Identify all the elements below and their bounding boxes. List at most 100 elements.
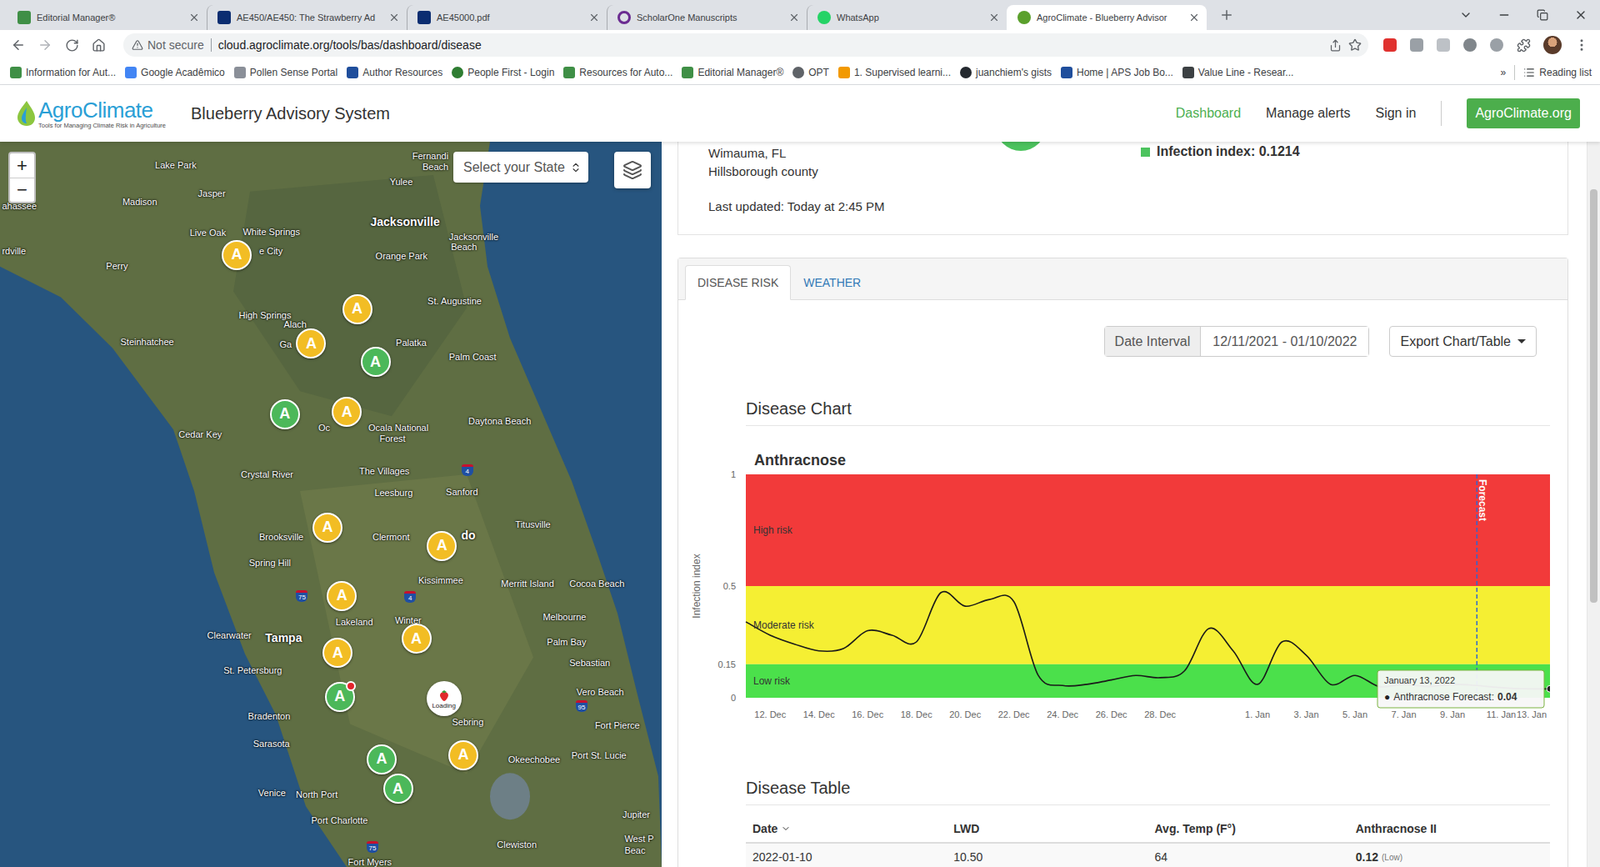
station-marker[interactable]: A <box>448 740 479 770</box>
map-label: North Port <box>295 789 338 800</box>
tab-title: AgroClimate - Blueberry Advisor <box>1036 12 1183 23</box>
loading-marker[interactable]: Loading <box>426 680 462 716</box>
map-label: Jupiter <box>622 809 650 820</box>
share-icon[interactable] <box>1329 39 1342 52</box>
zoom-out-button[interactable]: − <box>10 177 35 202</box>
map-label: Brooksville <box>259 531 304 542</box>
close-tab-icon[interactable] <box>588 11 600 24</box>
station-marker[interactable]: A <box>322 637 353 668</box>
browser-tab[interactable]: AE45000.pdf <box>406 5 607 30</box>
bookmark[interactable]: Google Acadêmico <box>125 66 225 79</box>
star-icon[interactable] <box>1348 38 1362 52</box>
address-bar[interactable]: Not secure cloud.agroclimate.org/tools/ba… <box>123 33 1369 57</box>
zoom-in-button[interactable]: + <box>10 153 35 178</box>
map-label: Orange Park <box>375 250 428 261</box>
tab-search-button[interactable] <box>1446 0 1485 30</box>
chart-heading: Disease Chart <box>745 398 1550 426</box>
close-tab-icon[interactable] <box>188 11 200 24</box>
reload-button[interactable] <box>60 33 84 57</box>
plus-icon <box>1219 7 1235 23</box>
panel-tab[interactable]: DISEASE RISK <box>685 265 791 300</box>
y-axis-title: Infection index <box>690 553 703 618</box>
bookmark[interactable]: Resources for Auto... <box>563 66 673 79</box>
bookmark[interactable]: Author Resources <box>346 66 443 79</box>
browser-tab[interactable]: ScholarOne Manuscripts <box>606 5 807 30</box>
station-marker[interactable]: A <box>326 580 357 611</box>
extension-icon[interactable] <box>1410 38 1424 52</box>
hover-point[interactable] <box>1546 685 1550 692</box>
column-header[interactable]: Avg. Temp (F°) <box>1148 815 1350 842</box>
back-button[interactable] <box>6 33 30 57</box>
bookmark[interactable]: Pollen Sense Portal <box>234 66 338 79</box>
extension-icon[interactable] <box>1436 38 1450 52</box>
restore-button[interactable] <box>1523 0 1562 30</box>
browser-tab[interactable]: WhatsApp <box>806 5 1007 30</box>
profile-avatar[interactable] <box>1543 35 1562 55</box>
station-marker[interactable]: A <box>383 773 414 804</box>
column-header[interactable]: Anthracnose II <box>1349 815 1550 842</box>
layers-button[interactable] <box>614 151 651 189</box>
date-interval-input[interactable]: 12/11/2021 - 01/10/2022 <box>1200 326 1369 356</box>
minimize-icon <box>1497 8 1511 22</box>
page-scrollbar[interactable] <box>1586 141 1600 867</box>
extension-icon[interactable] <box>1463 38 1477 52</box>
close-tab-icon[interactable] <box>1188 11 1200 24</box>
scroll-thumb[interactable] <box>1590 189 1598 603</box>
forward-button[interactable] <box>33 33 57 57</box>
bookmark[interactable]: juanchiem's gists <box>960 66 1052 79</box>
logo-drop-icon <box>15 99 37 128</box>
nav-link[interactable]: Sign in <box>1375 105 1416 121</box>
more-bookmarks[interactable]: » <box>1500 66 1507 79</box>
station-marker[interactable]: A <box>270 399 300 430</box>
station-marker[interactable]: A <box>360 346 391 377</box>
state-select[interactable]: Select your State <box>453 151 589 183</box>
close-tab-icon[interactable] <box>388 11 400 24</box>
site-button[interactable]: AgroClimate.org <box>1466 98 1580 129</box>
export-button[interactable]: Export Chart/Table <box>1389 325 1537 357</box>
station-marker[interactable]: A <box>325 681 355 712</box>
url-text[interactable]: cloud.agroclimate.org/tools/bas/dashboar… <box>218 38 1323 52</box>
station-marker[interactable]: A <box>295 328 326 359</box>
station-marker[interactable]: A <box>366 744 397 775</box>
bookmark[interactable]: Information for Aut... <box>10 66 116 79</box>
map-label: Clermont <box>372 531 410 542</box>
close-tab-icon[interactable] <box>988 11 1000 24</box>
column-header[interactable]: Date <box>745 815 947 842</box>
bookmark[interactable]: Home | APS Job Bo... <box>1060 66 1174 79</box>
extension-icon[interactable] <box>1490 38 1504 52</box>
bookmark[interactable]: People First - Login <box>451 66 555 79</box>
extensions-button[interactable] <box>1511 33 1535 57</box>
bookmark[interactable]: OPT <box>792 66 830 79</box>
browser-tab[interactable]: Editorial Manager® <box>6 5 207 30</box>
bookmark[interactable]: Value Line - Resear... <box>1182 66 1295 79</box>
nav-link[interactable]: Manage alerts <box>1265 105 1350 121</box>
reading-list[interactable]: Reading list <box>1523 66 1592 79</box>
browser-tab[interactable]: AE450/AE450: The Strawberry Ad <box>206 5 407 30</box>
bookmark[interactable]: Editorial Manager® <box>681 66 784 79</box>
bookmark[interactable]: 1. Supervised learni... <box>838 66 951 79</box>
station-marker[interactable]: A <box>331 396 362 427</box>
adblock-extension-icon[interactable] <box>1383 38 1397 52</box>
browser-tab[interactable]: AgroClimate - Blueberry Advisor <box>1006 5 1207 30</box>
map[interactable]: ahasseeLake ParkFernandiBeachJasperYulee… <box>0 141 662 867</box>
map-label: Vero Beach <box>576 686 625 697</box>
date-interval[interactable]: Date Interval12/11/2021 - 01/10/2022 <box>1104 325 1370 357</box>
new-tab-button[interactable] <box>1215 3 1239 27</box>
column-header[interactable]: LWD <box>946 815 1148 842</box>
main: ahasseeLake ParkFernandiBeachJasperYulee… <box>0 141 1600 867</box>
minimize-button[interactable] <box>1485 0 1524 30</box>
close-window-button[interactable] <box>1561 0 1600 30</box>
station-marker[interactable]: A <box>401 623 432 654</box>
station-marker[interactable]: A <box>221 240 252 270</box>
close-tab-icon[interactable] <box>788 11 800 24</box>
x-tick: 7. Jan <box>1391 709 1417 720</box>
station-marker[interactable]: A <box>426 530 457 561</box>
panel-tab[interactable]: WEATHER <box>790 265 874 300</box>
menu-button[interactable] <box>1570 33 1594 57</box>
logo[interactable]: AgroClimateTools for Managing Climate Ri… <box>15 98 166 130</box>
station-marker[interactable]: A <box>312 512 343 543</box>
station-marker[interactable]: A <box>342 294 373 325</box>
security-indicator[interactable]: Not secure <box>131 38 205 52</box>
nav-link[interactable]: Dashboard <box>1175 105 1241 121</box>
home-button[interactable] <box>86 33 110 57</box>
